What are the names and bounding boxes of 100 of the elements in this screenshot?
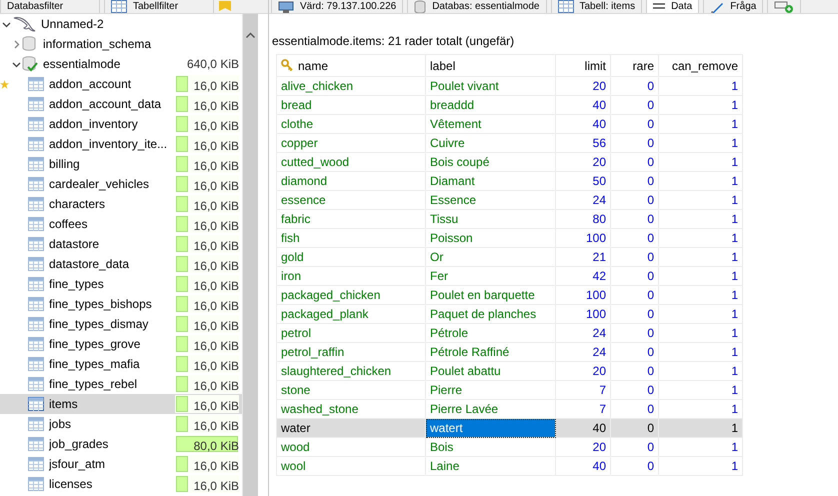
table-cell[interactable]: water (276, 418, 426, 438)
table-cell[interactable]: gold (276, 248, 426, 266)
column-header[interactable]: rare (610, 54, 658, 76)
table-cell[interactable]: 21 (556, 248, 610, 266)
table-cell[interactable]: 100 (556, 304, 610, 324)
table-cell[interactable]: Bois (426, 438, 556, 456)
table-cell[interactable]: 100 (556, 286, 610, 304)
table-cell[interactable]: Laine (426, 456, 556, 476)
table-cell[interactable]: 1 (658, 248, 742, 266)
table-cell[interactable]: 1 (658, 210, 742, 228)
table-cell[interactable]: 0 (610, 210, 658, 228)
tree-item[interactable]: essentialmode 640,0 KiB (0, 54, 242, 74)
table-cell[interactable]: 1 (658, 324, 742, 342)
table-cell[interactable]: Poulet en barquette (426, 286, 556, 304)
table-cell[interactable]: Essence (426, 190, 556, 210)
column-header[interactable]: label (426, 54, 556, 76)
table-cell[interactable]: 24 (556, 324, 610, 342)
table-cell[interactable]: 40 (556, 114, 610, 134)
tree-item[interactable]: addon_account_data 16,0 KiB (0, 94, 242, 114)
table-cell[interactable]: 0 (610, 362, 658, 380)
tree-item[interactable]: characters 16,0 KiB (0, 194, 242, 214)
table-cell[interactable]: Bois coupé (426, 152, 556, 172)
table-cell[interactable]: clothe (276, 114, 426, 134)
table-cell[interactable]: 0 (610, 266, 658, 286)
table-cell[interactable]: essence (276, 190, 426, 210)
table-cell[interactable]: 0 (610, 114, 658, 134)
tree-item[interactable]: jobs 16,0 KiB (0, 414, 242, 434)
tree-item[interactable]: cardealer_vehicles 16,0 KiB (0, 174, 242, 194)
table-cell[interactable]: 1 (658, 362, 742, 380)
column-header[interactable]: can_remove (658, 54, 742, 76)
table-cell[interactable]: 1 (658, 342, 742, 362)
tree-item[interactable]: addon_inventory_ite... 16,0 KiB (0, 134, 242, 154)
table-cell[interactable]: Poisson (426, 228, 556, 248)
table-cell[interactable]: Pierre (426, 380, 556, 400)
tab[interactable]: Data (646, 0, 700, 13)
table-cell[interactable]: wool (276, 456, 426, 476)
table-cell[interactable]: 0 (610, 304, 658, 324)
table-cell[interactable]: 7 (556, 380, 610, 400)
table-cell[interactable]: 40 (556, 96, 610, 114)
table-cell[interactable]: 1 (658, 152, 742, 172)
tab[interactable]: Värd: 79.137.100.226 (271, 0, 404, 13)
table-cell[interactable]: wood (276, 438, 426, 456)
table-cell[interactable]: petrol_raffin (276, 342, 426, 362)
table-cell[interactable]: 80 (556, 210, 610, 228)
tree-item[interactable]: fine_types_rebel 16,0 KiB (0, 374, 242, 394)
table-cell[interactable]: slaughtered_chicken (276, 362, 426, 380)
table-cell[interactable]: packaged_chicken (276, 286, 426, 304)
table-cell[interactable]: Vêtement (426, 114, 556, 134)
table-cell[interactable]: iron (276, 266, 426, 286)
tab[interactable]: Tabellfilter (104, 0, 214, 13)
tree-item[interactable]: fine_types 16,0 KiB (0, 274, 242, 294)
table-cell[interactable]: 20 (556, 76, 610, 96)
table-cell[interactable]: 100 (556, 228, 610, 248)
tree-item[interactable]: job_grades 80,0 KiB (0, 434, 242, 454)
table-cell[interactable]: 0 (610, 418, 658, 438)
table-cell[interactable]: 1 (658, 76, 742, 96)
table-cell[interactable]: Pétrole Raffiné (426, 342, 556, 362)
tab[interactable]: Tabell: items (550, 0, 642, 13)
table-cell[interactable]: 1 (658, 418, 742, 438)
table-cell[interactable]: 24 (556, 342, 610, 362)
table-cell[interactable]: 0 (610, 152, 658, 172)
table-cell[interactable]: 0 (610, 324, 658, 342)
table-cell[interactable]: 1 (658, 266, 742, 286)
table-cell[interactable]: Poulet abattu (426, 362, 556, 380)
table-cell[interactable]: 0 (610, 342, 658, 362)
table-cell[interactable]: 0 (610, 76, 658, 96)
table-cell[interactable]: 24 (556, 190, 610, 210)
tree-item[interactable]: coffees 16,0 KiB (0, 214, 242, 234)
table-cell[interactable]: 0 (610, 456, 658, 476)
tree-item[interactable]: fine_types_mafia 16,0 KiB (0, 354, 242, 374)
table-cell[interactable]: diamond (276, 172, 426, 190)
scrollbar[interactable] (242, 14, 258, 496)
table-cell[interactable]: Pétrole (426, 324, 556, 342)
tree-item[interactable]: fine_types_dismay 16,0 KiB (0, 314, 242, 334)
table-cell[interactable]: Or (426, 248, 556, 266)
tree-item[interactable]: billing 16,0 KiB (0, 154, 242, 174)
table-cell[interactable]: copper (276, 134, 426, 152)
table-cell[interactable]: 0 (610, 190, 658, 210)
table-cell[interactable]: Fer (426, 266, 556, 286)
table-cell[interactable]: 1 (658, 96, 742, 114)
table-cell[interactable]: 20 (556, 362, 610, 380)
tree-item[interactable]: fine_types_bishops 16,0 KiB (0, 294, 242, 314)
collapse-icon[interactable] (2, 20, 10, 28)
table-cell[interactable]: 0 (610, 96, 658, 114)
table-cell[interactable]: 1 (658, 228, 742, 248)
table-cell[interactable]: Diamant (426, 172, 556, 190)
table-cell[interactable]: 42 (556, 266, 610, 286)
table-cell[interactable]: alive_chicken (276, 76, 426, 96)
table-cell[interactable]: Tissu (426, 210, 556, 228)
tree-item[interactable]: jsfour_atm 16,0 KiB (0, 454, 242, 474)
table-cell[interactable]: 0 (610, 134, 658, 152)
tree-item[interactable]: fine_types_grove 16,0 KiB (0, 334, 242, 354)
tab[interactable]: Databas: essentialmode (407, 0, 546, 13)
table-cell[interactable]: 20 (556, 438, 610, 456)
expand-icon[interactable] (12, 40, 20, 48)
tab[interactable] (767, 0, 802, 13)
table-cell[interactable]: 20 (556, 152, 610, 172)
table-cell[interactable]: petrol (276, 324, 426, 342)
table-cell[interactable]: 0 (610, 438, 658, 456)
table-cell[interactable]: 1 (658, 134, 742, 152)
